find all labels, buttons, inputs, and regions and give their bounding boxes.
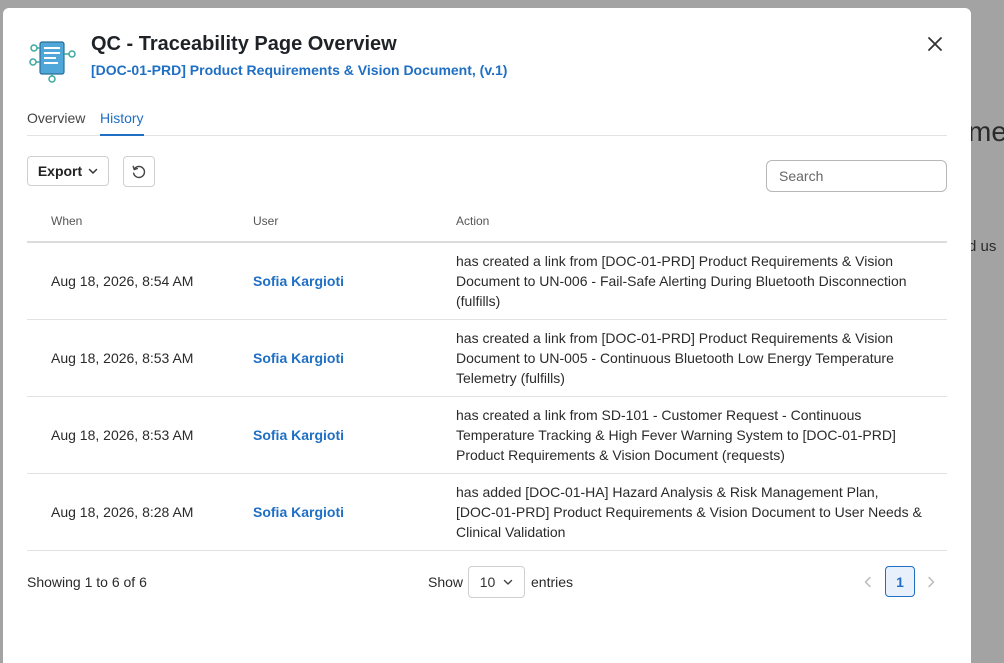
chevron-left-icon: [864, 576, 871, 588]
column-header-user[interactable]: User: [253, 214, 278, 228]
show-label: Show: [428, 574, 464, 590]
cell-user-link[interactable]: Sofia Kargioti: [253, 243, 344, 319]
refresh-button[interactable]: [123, 156, 155, 187]
modal-subtitle-document-link[interactable]: [DOC-01-PRD] Product Requirements & Visi…: [91, 62, 507, 78]
table-row: Aug 18, 2026, 8:53 AM Sofia Kargioti has…: [27, 320, 947, 397]
cell-when: Aug 18, 2026, 8:28 AM: [51, 504, 194, 520]
tab-bar: Overview History: [27, 110, 947, 136]
tab-history[interactable]: History: [100, 110, 144, 136]
cell-action: has created a link from [DOC-01-PRD] Pro…: [456, 330, 894, 386]
page-size-value: 10: [479, 574, 496, 590]
page-number-button[interactable]: 1: [885, 566, 915, 597]
table-row: Aug 18, 2026, 8:53 AM Sofia Kargioti has…: [27, 397, 947, 474]
pagination-info: Showing 1 to 6 of 6: [27, 574, 147, 590]
refresh-icon: [132, 165, 146, 178]
previous-page-button[interactable]: [860, 570, 876, 594]
chevron-down-icon: [504, 579, 513, 585]
page-size-select[interactable]: 10: [468, 566, 525, 598]
cell-user-link[interactable]: Sofia Kargioti: [253, 320, 344, 396]
history-table: When User Action Aug 18, 2026, 8:54 AM S…: [27, 204, 947, 551]
column-header-action[interactable]: Action: [456, 214, 489, 228]
export-button-label: Export: [37, 163, 83, 179]
background-text: me: [968, 116, 1004, 147]
table-row: Aug 18, 2026, 8:54 AM Sofia Kargioti has…: [27, 243, 947, 320]
next-page-button[interactable]: [923, 570, 939, 594]
cell-action: has created a link from [DOC-01-PRD] Pro…: [456, 253, 907, 309]
cell-when: Aug 18, 2026, 8:53 AM: [51, 350, 194, 366]
chevron-right-icon: [928, 576, 935, 588]
search-input[interactable]: [766, 160, 947, 192]
modal-title: QC - Traceability Page Overview: [91, 33, 397, 55]
table-row: Aug 18, 2026, 8:28 AM Sofia Kargioti has…: [27, 474, 947, 551]
close-icon: [928, 37, 942, 51]
traceability-modal: QC - Traceability Page Overview [DOC-01-…: [3, 8, 971, 663]
cell-action: has created a link from SD-101 - Custome…: [456, 407, 896, 463]
cell-user-link[interactable]: Sofia Kargioti: [253, 474, 344, 550]
background-text: d us: [968, 238, 997, 255]
export-button[interactable]: Export: [27, 156, 109, 186]
traceability-document-icon: [28, 38, 78, 84]
entries-label: entries: [531, 574, 574, 590]
column-header-when[interactable]: When: [51, 214, 82, 228]
close-button[interactable]: [923, 32, 947, 56]
cell-action: has added [DOC-01-HA] Hazard Analysis & …: [456, 484, 922, 540]
cell-when: Aug 18, 2026, 8:53 AM: [51, 427, 194, 443]
cell-user-link[interactable]: Sofia Kargioti: [253, 397, 344, 473]
chevron-down-icon: [88, 168, 98, 174]
cell-when: Aug 18, 2026, 8:54 AM: [51, 273, 194, 289]
tab-overview[interactable]: Overview: [27, 110, 85, 134]
table-header: When User Action: [27, 204, 947, 243]
